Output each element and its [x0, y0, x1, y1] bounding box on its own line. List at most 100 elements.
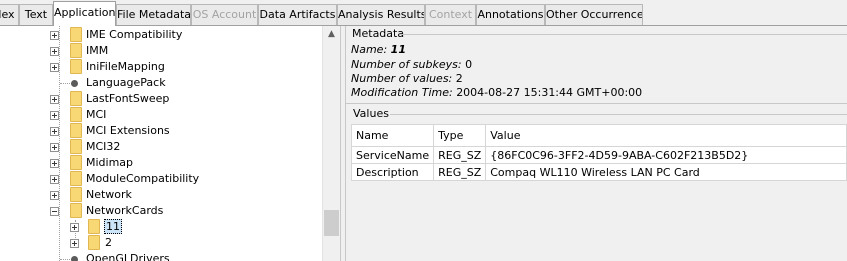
tree-node-label: Midimap: [86, 156, 134, 169]
expand-plus-icon[interactable]: [50, 63, 59, 72]
metadata-name-value: 11: [390, 43, 406, 56]
expand-plus-icon[interactable]: [50, 159, 59, 168]
folder-icon: [70, 107, 82, 122]
tree-node-label: LastFontSweep: [86, 92, 170, 105]
metadata-name: Name: 11: [351, 43, 406, 56]
tree-node-label: MCI Extensions: [86, 124, 170, 137]
details-panel: Metadata Name: 11 Number of subkeys: 0 N…: [346, 26, 847, 261]
tab-annotations[interactable]: Annotations: [476, 4, 545, 25]
column-header-value[interactable]: Value: [485, 124, 847, 147]
tree-node[interactable]: ModuleCompatibility: [0, 171, 320, 187]
tree-node[interactable]: IniFileMapping: [0, 59, 320, 75]
table-row[interactable]: Description REG_SZ Compaq WL110 Wireless…: [350, 163, 847, 181]
expand-plus-icon[interactable]: [50, 127, 59, 136]
cell-value: {86FC0C96-3FF2-4D59-9ABA-C602F213B5D2}: [485, 146, 847, 164]
tree-node[interactable]: LastFontSweep: [0, 91, 320, 107]
expand-plus-icon[interactable]: [50, 31, 59, 40]
tree-node[interactable]: LanguagePack: [0, 75, 320, 91]
tab-text[interactable]: Text: [19, 4, 53, 25]
folder-icon: [70, 59, 82, 74]
expand-plus-icon[interactable]: [70, 223, 79, 232]
tab-context[interactable]: Context: [425, 4, 476, 25]
folder-icon: [70, 203, 82, 218]
tree-node-2[interactable]: 2: [0, 235, 320, 251]
tab-analysis-results[interactable]: Analysis Results: [337, 4, 425, 25]
tree-node[interactable]: MCI Extensions: [0, 123, 320, 139]
scroll-up-arrow-icon[interactable]: ▲: [323, 26, 340, 43]
values-group-rule: [390, 114, 847, 115]
cell-name: Description: [350, 163, 435, 181]
tree-node-label: IMM: [86, 44, 109, 57]
tree-node[interactable]: OpenGLDrivers: [0, 251, 320, 261]
registry-value-icon: [71, 80, 78, 87]
registry-value-icon: [71, 256, 78, 261]
folder-icon: [70, 171, 82, 186]
tab-data-artifacts[interactable]: Data Artifacts: [258, 4, 337, 25]
tree-node-label: MCI: [86, 108, 107, 121]
tab-other-occurrences[interactable]: Other Occurrences: [545, 4, 643, 25]
folder-icon: [70, 91, 82, 106]
cell-value: Compaq WL110 Wireless LAN PC Card: [485, 163, 847, 181]
folder-icon: [70, 139, 82, 154]
tree-node-label: IniFileMapping: [86, 60, 165, 73]
metadata-values-label: Number of values:: [351, 72, 453, 85]
folder-icon: [70, 123, 82, 138]
registry-tree[interactable]: IME Compatibility IMM IniFileMapping Lan…: [0, 26, 341, 261]
column-header-type[interactable]: Type: [433, 124, 487, 147]
tree-node-label: OpenGLDrivers: [86, 252, 170, 261]
metadata-modtime: Modification Time: 2004-08-27 15:31:44 G…: [351, 86, 642, 99]
folder-icon: [88, 235, 100, 250]
expand-plus-icon[interactable]: [50, 143, 59, 152]
tab-os-account[interactable]: OS Account: [191, 4, 258, 25]
values-group-title: Values: [353, 107, 389, 120]
tree-node-label: MCI32: [86, 140, 121, 153]
expand-plus-icon[interactable]: [50, 191, 59, 200]
collapse-minus-icon[interactable]: [50, 207, 59, 216]
tree-node[interactable]: IME Compatibility: [0, 27, 320, 43]
cell-type: REG_SZ: [433, 146, 487, 164]
section-divider: [346, 103, 847, 104]
tree-node-networkcards[interactable]: NetworkCards: [0, 203, 320, 219]
table-header-row: Name Type Value: [350, 124, 847, 147]
expand-plus-icon[interactable]: [50, 95, 59, 104]
tree-node-label: NetworkCards: [86, 204, 164, 217]
expand-plus-icon[interactable]: [50, 47, 59, 56]
folder-icon: [70, 187, 82, 202]
tree-node[interactable]: Midimap: [0, 155, 320, 171]
metadata-group-rule: [400, 34, 847, 35]
tree-node[interactable]: MCI32: [0, 139, 320, 155]
tree-node-label: IME Compatibility: [86, 28, 183, 41]
expand-plus-icon[interactable]: [70, 239, 79, 248]
tree-node-label: 2: [105, 236, 112, 249]
table-row[interactable]: ServiceName REG_SZ {86FC0C96-3FF2-4D59-9…: [350, 146, 847, 164]
tree-node-11[interactable]: 11: [0, 219, 320, 235]
expand-plus-icon[interactable]: [50, 111, 59, 120]
tab-application[interactable]: Application: [53, 1, 116, 26]
metadata-values-value: 2: [455, 72, 463, 85]
folder-icon: [70, 155, 82, 170]
column-header-name[interactable]: Name: [350, 124, 435, 147]
tree-node[interactable]: IMM: [0, 43, 320, 59]
tree-node-label: ModuleCompatibility: [86, 172, 200, 185]
metadata-modtime-label: Modification Time:: [351, 86, 453, 99]
tree-node-label: LanguagePack: [86, 76, 166, 89]
tree-node[interactable]: MCI: [0, 107, 320, 123]
tree-vertical-scrollbar[interactable]: ▲: [322, 26, 340, 261]
metadata-subkeys: Number of subkeys: 0: [351, 58, 472, 71]
folder-icon: [88, 219, 100, 234]
metadata-values-count: Number of values: 2: [351, 72, 463, 85]
metadata-modtime-value: 2004-08-27 15:31:44 GMT+00:00: [456, 86, 643, 99]
cell-name: ServiceName: [350, 146, 435, 164]
metadata-subkeys-label: Number of subkeys:: [351, 58, 462, 71]
tree-node[interactable]: Network: [0, 187, 320, 203]
expand-plus-icon[interactable]: [50, 175, 59, 184]
folder-icon: [70, 43, 82, 58]
tab-index[interactable]: lex: [0, 4, 19, 25]
scrollbar-thumb[interactable]: [324, 210, 339, 236]
folder-icon: [70, 27, 82, 42]
cell-type: REG_SZ: [433, 163, 487, 181]
metadata-subkeys-value: 0: [465, 58, 473, 71]
tab-bar: lex Text Application File Metadata OS Ac…: [0, 0, 847, 26]
values-table: Name Type Value ServiceName REG_SZ {86FC…: [350, 124, 847, 181]
tab-file-metadata[interactable]: File Metadata: [116, 4, 191, 25]
